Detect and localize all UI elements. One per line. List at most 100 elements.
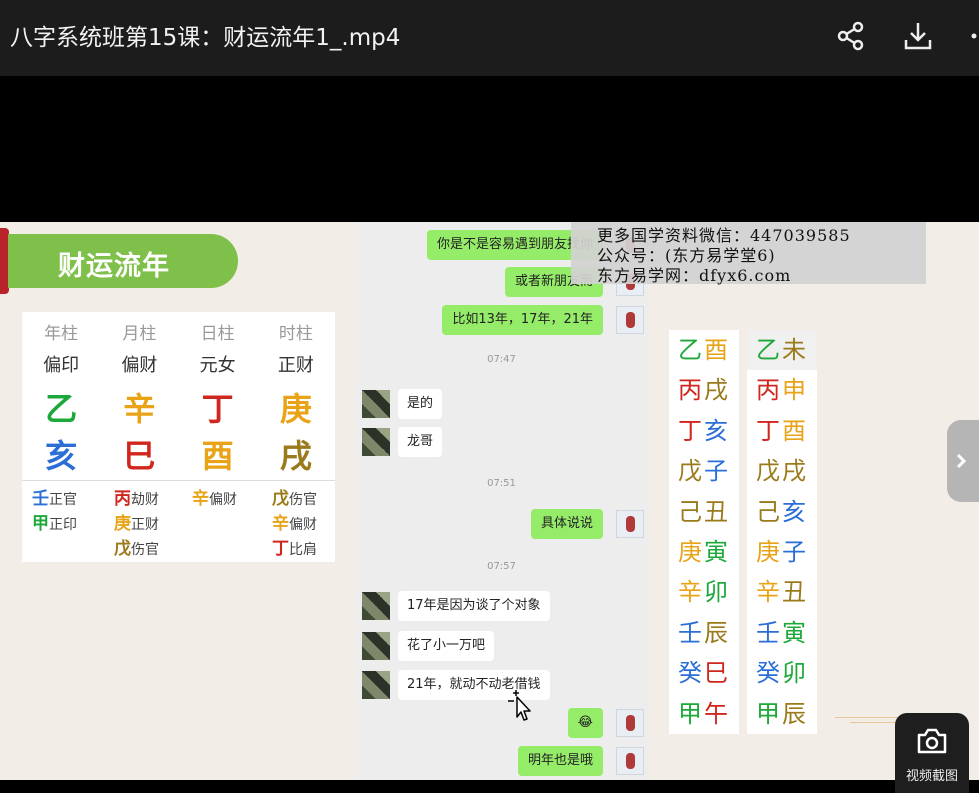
ganzhi-char: 戊 [678,457,704,486]
ganzhi-char: 戌 [704,376,730,405]
hidden-stem-god: 伤官 [131,542,159,558]
ganzhi-char: 壬 [678,618,704,647]
video-frame[interactable]: 财运流年 年柱 月柱 日柱 时柱 偏印 偏财 元女 正财 乙辛丁庚 亥巳酉戌 壬正官 甲正印丙… [0,222,979,780]
earthly-branch: 亥 [45,437,78,475]
slide-banner: 财运流年 [8,234,238,288]
ganzhi-year: 己丑 [669,492,739,532]
chat-message-outgoing: 明年也是哦 [517,746,603,776]
ganzhi-char: 辛 [756,578,782,607]
ganzhi-char: 亥 [782,497,808,526]
hidden-stem: 辛 [272,514,289,534]
chat-panel: 你是不是容易遇到朋友找你 或者新朋友而 比如13年，17年，21年 07:47 是的 龙哥… [355,222,648,780]
ganzhi-year: 丁亥 [669,411,739,451]
hidden-stem: 辛 [192,489,209,509]
ganzhi-char: 丙 [756,376,782,405]
heavenly-stem: 丁 [201,390,234,428]
title-bar: 八字系统班第15课：财运流年1_.mp4 [0,0,979,76]
ganzhi-year: 壬辰 [669,613,739,653]
hidden-stem-entry: 辛偏财 [272,512,350,537]
watermark: 更多国学资料微信：447039585 公众号：(东方易学堂6) 东方易学网：df… [571,222,926,285]
hidden-stem: 丁 [272,539,289,559]
earthly-branch: 巳 [123,437,156,475]
cursor-icon [508,690,531,721]
hidden-stem-god: 偏财 [209,492,237,508]
ganzhi-char: 戌 [782,457,808,486]
ganzhi-year: 己亥 [747,492,817,532]
share-icon[interactable] [835,20,867,52]
ganzhi-char: 丑 [782,578,808,607]
download-icon[interactable] [902,20,934,52]
ten-god-label: 偏印 [43,355,80,376]
heavenly-stems-row: 乙辛丁庚 [22,384,335,430]
chat-message-outgoing: 😂 [567,708,603,738]
hidden-stem-entry: 丁比肩 [272,537,350,562]
ganzhi-char: 庚 [678,537,704,566]
ganzhi-char: 丑 [704,497,730,526]
ganzhi-year: 戊子 [669,451,739,491]
screenshot-button[interactable]: 视频截图 [895,713,969,793]
ganzhi-char: 申 [782,376,808,405]
hidden-stem-god: 伤官 [289,492,317,508]
ganzhi-char: 丁 [678,416,704,445]
earthly-branches-row: 亥巳酉戌 [22,431,335,477]
ganzhi-char: 未 [782,336,808,364]
hidden-stems-column: 辛偏财 [192,487,270,512]
hidden-stem: 庚 [114,514,131,534]
watermark-line-3: 东方易学网：dfyx6.com [597,266,792,285]
earthly-branch: 戌 [279,437,312,475]
chat-timestamp: 07:47 [487,354,516,365]
pillar-headers: 年柱 月柱 日柱 时柱 [22,319,335,344]
chat-message-incoming: 是的 [398,389,443,419]
ten-gods-row: 偏印 偏财 元女 正财 [22,351,335,377]
video-title: 八字系统班第15课：财运流年1_.mp4 [10,25,401,51]
hidden-stem: 戊 [272,489,289,509]
ganzhi-year: 丙戌 [669,370,739,410]
ganzhi-year: 壬寅 [747,613,817,653]
hidden-stem: 甲 [32,514,49,534]
chat-message-incoming: 17年是因为谈了个对象 [398,591,550,621]
heavenly-stem: 庚 [279,390,312,428]
avatar [616,306,644,334]
hidden-stems-column: 丙劫财 庚正财戊伤官 [114,487,192,562]
camera-icon [917,728,947,754]
ganzhi-year: 辛卯 [669,572,739,612]
avatar [616,510,644,538]
ganzhi-year: 庚子 [747,532,817,572]
years-table-right: 乙未 丙申 丁酉 戊戌 己亥 庚子 辛丑 壬寅 癸卯 甲辰 [747,330,817,734]
ganzhi-char: 寅 [782,618,808,647]
ganzhi-char: 壬 [756,618,782,647]
pillar-header: 时柱 [278,324,313,344]
hidden-stem-god: 正财 [131,517,159,533]
ganzhi-char: 癸 [756,659,782,688]
hidden-stems-column: 壬正官 甲正印 [32,487,110,537]
ganzhi-char: 丙 [678,376,704,405]
ganzhi-char: 辰 [704,618,730,647]
ganzhi-char: 辛 [678,578,704,607]
hidden-stem-entry: 戊伤官 [272,487,350,512]
ganzhi-char: 己 [756,497,782,526]
hidden-stem: 丙 [114,489,131,509]
hidden-stem-god: 偏财 [289,517,317,533]
hidden-stem-entry: 丙劫财 [114,487,192,512]
screenshot-label: 视频截图 [905,769,958,784]
chat-message-outgoing: 比如13年，17年，21年 [442,305,603,335]
years-table-left: 乙酉 丙戌 丁亥 戊子 己丑 庚寅 辛卯 壬辰 癸巳 甲午 [669,330,739,734]
ganzhi-char: 午 [704,699,730,728]
hidden-stem-entry: 戊伤官 [114,537,192,562]
ganzhi-char: 子 [704,457,730,486]
ganzhi-char: 乙 [678,336,704,364]
chat-message-incoming: 花了小一万吧 [398,631,495,661]
more-icon[interactable] [968,20,979,52]
ten-god-label: 元女 [199,355,236,376]
hidden-stem-entry: 甲正印 [32,512,110,537]
ganzhi-year: 戊戌 [747,451,817,491]
ganzhi-year: 甲午 [669,694,739,734]
ganzhi-year: 癸巳 [669,653,739,693]
heavenly-stem: 乙 [45,390,78,428]
ganzhi-year: 丙申 [747,370,817,410]
ganzhi-char: 卯 [704,578,730,607]
next-button[interactable] [947,420,979,502]
avatar [616,709,644,737]
hidden-stem-god: 劫财 [131,492,159,508]
chat-timestamp: 07:57 [487,561,516,572]
